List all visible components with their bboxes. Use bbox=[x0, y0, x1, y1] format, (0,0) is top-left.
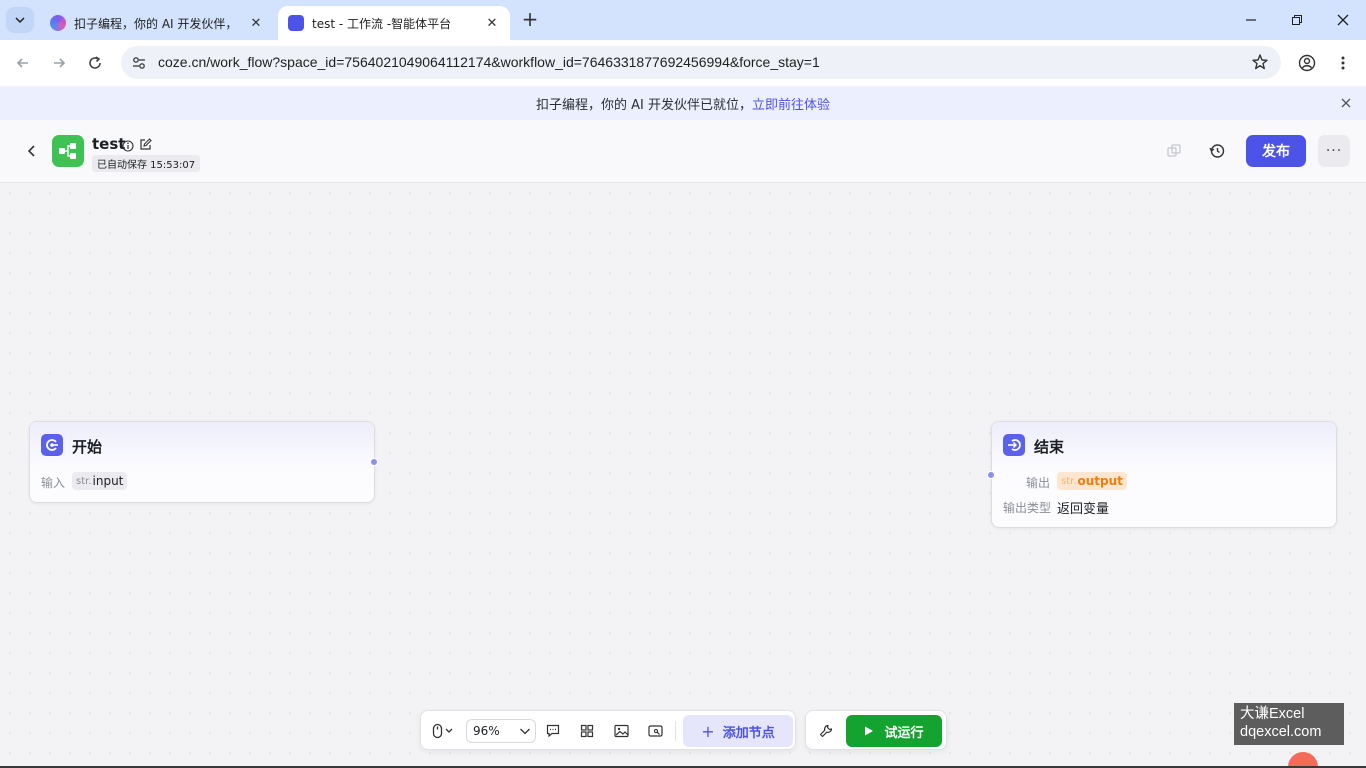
mouse-icon bbox=[432, 723, 453, 739]
fit-view-button[interactable] bbox=[644, 720, 666, 742]
type-prefix: str. bbox=[1061, 475, 1077, 487]
close-tab-icon[interactable]: ✕ bbox=[484, 16, 500, 31]
input-port[interactable] bbox=[987, 471, 995, 479]
zoom-value: 96% bbox=[473, 724, 500, 738]
restore-button[interactable] bbox=[1282, 8, 1312, 32]
output-param-tag: str. output bbox=[1057, 472, 1127, 490]
test-run-button[interactable]: 试运行 bbox=[846, 715, 942, 747]
copy-icon[interactable] bbox=[1164, 141, 1184, 161]
minimize-icon bbox=[1246, 19, 1256, 21]
input-param-tag: str. input bbox=[72, 472, 128, 490]
canvas-toolbar: 96% + 添加节点 bbox=[420, 710, 796, 750]
tab-search-button[interactable] bbox=[6, 7, 34, 33]
watermark-line-1: 大谦Excel bbox=[1240, 706, 1305, 722]
browser-menu-button[interactable] bbox=[1331, 51, 1355, 75]
wrench-icon bbox=[819, 724, 833, 738]
start-node-icon bbox=[41, 434, 63, 456]
profile-icon bbox=[1298, 54, 1316, 72]
reload-icon bbox=[89, 56, 101, 69]
watermark: 大谦Excel dqexcel.com bbox=[1234, 703, 1344, 745]
zoom-select[interactable]: 96% bbox=[466, 719, 536, 743]
new-tab-button[interactable]: + bbox=[518, 8, 542, 32]
restore-icon bbox=[1292, 15, 1302, 25]
info-icon[interactable] bbox=[122, 137, 134, 156]
url-text[interactable]: coze.cn/work_flow?space_id=7564021049064… bbox=[158, 54, 820, 70]
profile-button[interactable] bbox=[1295, 51, 1319, 75]
history-icon[interactable] bbox=[1207, 141, 1227, 161]
start-node[interactable]: 开始 输入 str. input bbox=[29, 421, 378, 503]
browser-tab-coze-home[interactable]: 扣子编程，你的 AI 开发伙伴， ✕ bbox=[40, 6, 274, 40]
chevron-down-icon bbox=[15, 17, 25, 24]
coze-bot-favicon-icon bbox=[288, 15, 304, 31]
type-prefix: str. bbox=[76, 475, 92, 487]
output-label: 输出 bbox=[1026, 476, 1051, 490]
coze-favicon-icon bbox=[50, 15, 66, 31]
browser-tab-strip: 扣子编程，你的 AI 开发伙伴， ✕ test - 工作流 -智能体平台 ✕ + bbox=[0, 0, 1366, 40]
address-bar[interactable]: coze.cn/work_flow?space_id=7564021049064… bbox=[121, 46, 1281, 79]
end-node-icon bbox=[1003, 434, 1025, 456]
forward-button[interactable] bbox=[47, 51, 71, 75]
grid-layout-icon bbox=[580, 724, 594, 738]
site-info-icon[interactable] bbox=[129, 53, 149, 73]
tab-title: 扣子编程，你的 AI 开发伙伴， bbox=[74, 16, 238, 31]
autosave-status: 已自动保存 15:53:07 bbox=[92, 155, 201, 172]
add-node-button[interactable]: + 添加节点 bbox=[683, 715, 793, 747]
add-node-label: 添加节点 bbox=[722, 725, 775, 741]
auto-layout-button[interactable] bbox=[576, 720, 598, 742]
edit-icon[interactable] bbox=[139, 136, 152, 155]
end-node[interactable]: 结束 输出 str. output 输出类型 返回变量 bbox=[987, 421, 1337, 528]
bookmark-star-icon[interactable] bbox=[1251, 53, 1269, 75]
param-name: input bbox=[92, 474, 124, 488]
plus-icon: + bbox=[701, 721, 715, 741]
browser-tab-workflow[interactable]: test - 工作流 -智能体平台 ✕ bbox=[278, 6, 510, 40]
reload-button[interactable] bbox=[83, 51, 107, 75]
output-kind-value: 返回变量 bbox=[1057, 502, 1110, 517]
announcement-banner: 扣子编程，你的 AI 开发伙伴已就位， 立即前往体验 bbox=[0, 87, 1366, 120]
divider bbox=[675, 721, 676, 741]
close-tab-icon[interactable]: ✕ bbox=[248, 16, 264, 31]
banner-text: 扣子编程，你的 AI 开发伙伴已就位， bbox=[535, 98, 752, 113]
test-run-label: 试运行 bbox=[884, 725, 924, 741]
kebab-menu-icon bbox=[1341, 56, 1345, 70]
minimize-button[interactable] bbox=[1236, 8, 1266, 32]
node-header: 结束 bbox=[992, 422, 1336, 468]
arrow-left-icon bbox=[16, 58, 28, 68]
banner-link[interactable]: 立即前往体验 bbox=[752, 94, 830, 113]
close-icon bbox=[1337, 14, 1349, 26]
close-window-button[interactable] bbox=[1328, 8, 1358, 32]
banner-close-icon[interactable] bbox=[1338, 95, 1354, 111]
workflow-header: test 已自动保存 15:53:07 发布 ··· bbox=[0, 120, 1366, 183]
workflow-canvas[interactable]: 开始 输入 str. input 结束 输出 str. output 输出类型 返回… bbox=[0, 183, 1366, 768]
tab-title: test - 工作流 -智能体平台 bbox=[312, 16, 452, 31]
arrow-right-icon bbox=[54, 58, 66, 68]
comment-button[interactable] bbox=[542, 720, 564, 742]
interaction-mode-button[interactable] bbox=[427, 720, 459, 742]
output-kind-label: 输出类型 bbox=[1003, 501, 1052, 515]
chevron-down-icon bbox=[519, 723, 531, 745]
param-name: output bbox=[1077, 474, 1123, 488]
node-header: 开始 bbox=[30, 422, 374, 468]
screen-fit-icon bbox=[647, 725, 663, 737]
publish-button[interactable]: 发布 bbox=[1246, 135, 1306, 167]
comment-icon bbox=[546, 724, 560, 738]
workflow-logo-icon bbox=[52, 135, 84, 167]
back-button[interactable] bbox=[11, 51, 35, 75]
browser-toolbar: coze.cn/work_flow?space_id=7564021049064… bbox=[0, 40, 1366, 86]
watermark-line-2: dqexcel.com bbox=[1240, 724, 1322, 740]
output-port[interactable] bbox=[370, 458, 378, 466]
minimap-button[interactable] bbox=[610, 720, 632, 742]
node-title: 结束 bbox=[1034, 438, 1065, 456]
input-label: 输入 bbox=[41, 476, 66, 490]
play-icon bbox=[865, 726, 874, 736]
run-toolbar: 试运行 bbox=[805, 710, 947, 750]
workflow-name: test bbox=[92, 135, 126, 153]
node-title: 开始 bbox=[72, 438, 103, 456]
image-icon bbox=[613, 724, 629, 738]
back-arrow-icon[interactable] bbox=[22, 141, 42, 161]
more-options-button[interactable]: ··· bbox=[1318, 135, 1350, 167]
debug-tools-button[interactable] bbox=[815, 720, 837, 742]
